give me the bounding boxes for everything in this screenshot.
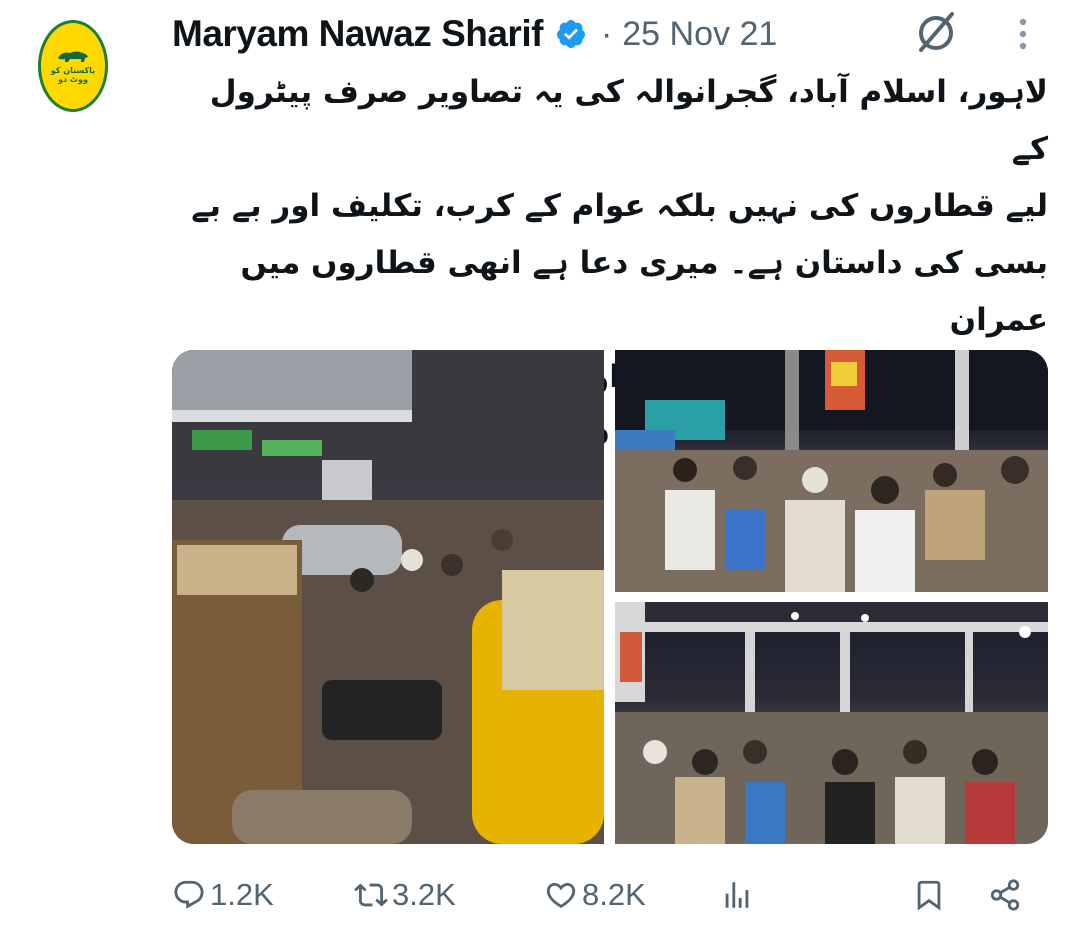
action-bar: 1.2K 3.2K 8.2K	[172, 862, 1048, 928]
like-button[interactable]: 8.2K	[544, 862, 646, 928]
analytics-icon	[725, 882, 749, 908]
retweet-icon	[354, 883, 388, 907]
reply-button[interactable]: 1.2K	[172, 862, 274, 928]
tweet-line: لیے قطاروں کی نہیں بلکہ عوام کے کرب، تکل…	[191, 188, 1048, 224]
avatar[interactable]: پاکستان کو ووٹ دو	[38, 20, 108, 112]
grok-icon[interactable]	[912, 8, 960, 56]
photo-petrol-station-queue[interactable]	[172, 350, 604, 844]
views-button[interactable]	[720, 862, 754, 928]
author-name[interactable]: Maryam Nawaz Sharif	[172, 13, 543, 55]
heart-icon	[546, 882, 576, 908]
like-count: 8.2K	[582, 877, 646, 912]
retweet-button[interactable]: 3.2K	[354, 862, 456, 928]
photo-crowd-under-canopy[interactable]	[615, 602, 1048, 844]
media-grid	[172, 350, 1048, 844]
reply-icon	[174, 880, 204, 909]
bookmark-button[interactable]	[912, 862, 946, 928]
more-options-icon[interactable]	[1008, 14, 1038, 54]
tweet-line: بسی کی داستان ہے۔ میری دعا ہے انھی قطارو…	[240, 245, 1048, 338]
reply-count: 1.2K	[210, 877, 274, 912]
tiger-icon	[58, 51, 88, 62]
retweet-count: 3.2K	[392, 877, 456, 912]
tweet-date[interactable]: 25 Nov 21	[622, 15, 777, 54]
share-icon	[990, 879, 1020, 911]
bookmark-icon	[917, 880, 941, 911]
header-separator: ·	[600, 14, 613, 53]
photo-crowd-at-petrol-pump[interactable]	[615, 350, 1048, 592]
avatar-logo-text: پاکستان کو ووٹ دو	[50, 66, 96, 84]
share-button[interactable]	[988, 862, 1022, 928]
verified-badge-icon	[556, 20, 585, 48]
tweet-line: لاہور، اسلام آباد، گجرانوالہ کی یہ تصاوی…	[209, 74, 1048, 167]
